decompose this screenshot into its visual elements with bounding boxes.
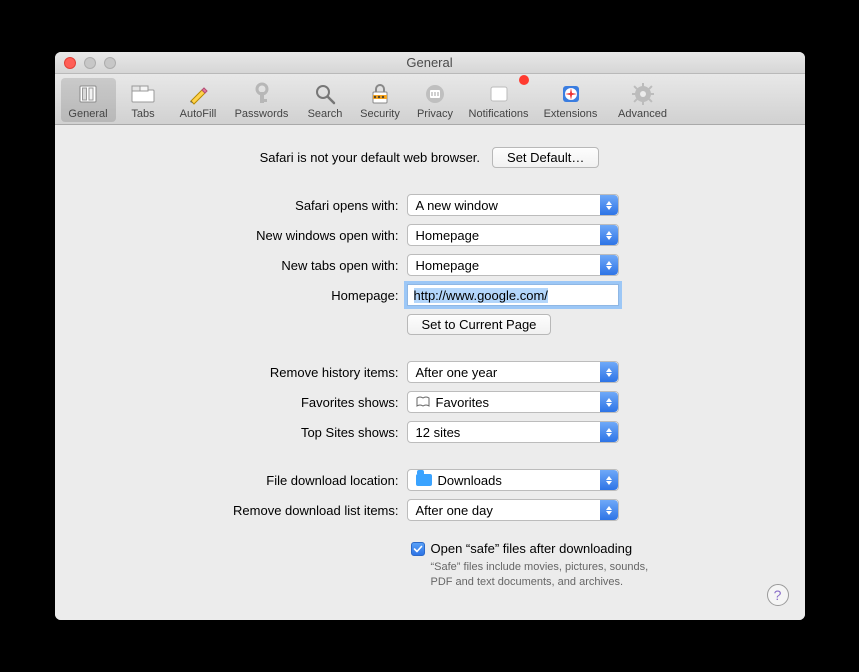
tab-general[interactable]: General xyxy=(61,78,116,122)
help-icon: ? xyxy=(774,587,782,603)
tab-label: General xyxy=(61,108,116,120)
safe-files-description: “Safe” files include movies, pictures, s… xyxy=(431,560,661,590)
general-icon xyxy=(61,80,116,108)
tab-passwords[interactable]: Passwords xyxy=(226,78,298,122)
tab-tabs[interactable]: Tabs xyxy=(116,78,171,122)
select-arrows-icon xyxy=(600,422,618,442)
select-arrows-icon xyxy=(600,392,618,412)
tab-label: Passwords xyxy=(226,108,298,120)
select-value: After one day xyxy=(416,503,493,518)
notification-badge-icon xyxy=(519,75,529,85)
select-value: A new window xyxy=(416,198,498,213)
select-arrows-icon xyxy=(600,500,618,520)
select-download-location[interactable]: Downloads xyxy=(407,469,619,491)
select-arrows-icon xyxy=(600,225,618,245)
passwords-icon xyxy=(226,80,298,108)
select-value: Homepage xyxy=(416,258,480,273)
default-browser-message: Safari is not your default web browser. xyxy=(260,150,480,165)
tab-autofill[interactable]: AutoFill xyxy=(171,78,226,122)
zoom-button[interactable] xyxy=(104,57,116,69)
folder-icon xyxy=(416,474,432,486)
close-button[interactable] xyxy=(64,57,76,69)
tab-label: Extensions xyxy=(535,108,607,120)
select-arrows-icon xyxy=(600,255,618,275)
select-opens-with[interactable]: A new window xyxy=(407,194,619,216)
select-value: 12 sites xyxy=(416,425,461,440)
label-topsites: Top Sites shows: xyxy=(85,425,407,440)
select-arrows-icon xyxy=(600,195,618,215)
extensions-icon xyxy=(535,80,607,108)
tab-advanced[interactable]: Advanced xyxy=(607,78,679,122)
label-homepage: Homepage: xyxy=(85,288,407,303)
select-arrows-icon xyxy=(600,362,618,382)
autofill-icon xyxy=(171,80,226,108)
label-download-location: File download location: xyxy=(85,473,407,488)
label-opens-with: Safari opens with: xyxy=(85,198,407,213)
select-new-tabs[interactable]: Homepage xyxy=(407,254,619,276)
tab-label: Tabs xyxy=(116,108,171,120)
tab-privacy[interactable]: Privacy xyxy=(408,78,463,122)
book-icon xyxy=(416,396,430,408)
tab-notifications[interactable]: Notifications xyxy=(463,78,535,122)
tab-label: Notifications xyxy=(463,108,535,120)
tab-label: Advanced xyxy=(607,108,679,120)
tab-label: Search xyxy=(298,108,353,120)
select-remove-history[interactable]: After one year xyxy=(407,361,619,383)
checkbox-checked-icon xyxy=(411,542,425,556)
set-default-button[interactable]: Set Default… xyxy=(492,147,599,168)
label-remove-downloads: Remove download list items: xyxy=(85,503,407,518)
label-new-tabs: New tabs open with: xyxy=(85,258,407,273)
tab-security[interactable]: Security xyxy=(353,78,408,122)
tabs-icon xyxy=(116,80,171,108)
select-value: After one year xyxy=(416,365,498,380)
select-topsites[interactable]: 12 sites xyxy=(407,421,619,443)
window-title: General xyxy=(55,55,805,70)
tab-extensions[interactable]: Extensions xyxy=(535,78,607,122)
label-remove-history: Remove history items: xyxy=(85,365,407,380)
tab-label: AutoFill xyxy=(171,108,226,120)
help-button[interactable]: ? xyxy=(767,584,789,606)
privacy-icon xyxy=(408,80,463,108)
toolbar: General Tabs AutoFill Passwords Search xyxy=(55,74,805,125)
set-current-page-button[interactable]: Set to Current Page xyxy=(407,314,552,335)
security-icon xyxy=(353,80,408,108)
select-value: Favorites xyxy=(436,395,489,410)
preferences-window: General General Tabs AutoFill Passwords xyxy=(55,52,805,620)
select-new-windows[interactable]: Homepage xyxy=(407,224,619,246)
tab-search[interactable]: Search xyxy=(298,78,353,122)
advanced-icon xyxy=(607,80,679,108)
label-new-windows: New windows open with: xyxy=(85,228,407,243)
select-favorites[interactable]: Favorites xyxy=(407,391,619,413)
tab-label: Security xyxy=(353,108,408,120)
search-icon xyxy=(298,80,353,108)
traffic-lights xyxy=(55,57,116,69)
safe-files-checkbox-row[interactable]: Open “safe” files after downloading xyxy=(411,541,661,556)
select-remove-downloads[interactable]: After one day xyxy=(407,499,619,521)
select-arrows-icon xyxy=(600,470,618,490)
content-area: Safari is not your default web browser. … xyxy=(55,125,805,620)
label-favorites: Favorites shows: xyxy=(85,395,407,410)
minimize-button[interactable] xyxy=(84,57,96,69)
default-browser-row: Safari is not your default web browser. … xyxy=(85,147,775,168)
homepage-input[interactable] xyxy=(407,284,619,306)
titlebar: General xyxy=(55,52,805,74)
tab-label: Privacy xyxy=(408,108,463,120)
select-value: Downloads xyxy=(438,473,502,488)
select-value: Homepage xyxy=(416,228,480,243)
safe-files-label: Open “safe” files after downloading xyxy=(431,541,633,556)
